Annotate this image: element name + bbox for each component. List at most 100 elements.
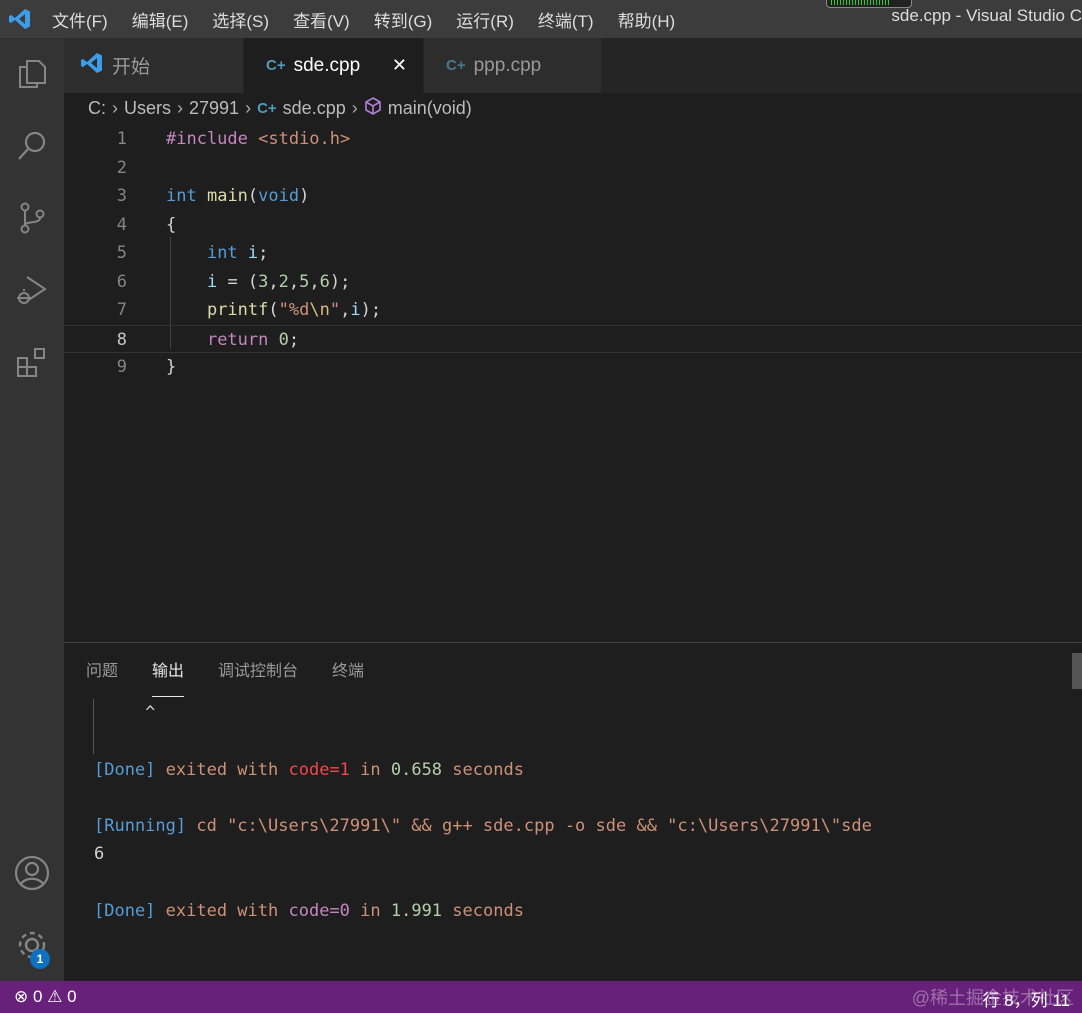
- code-line[interactable]: 1 #include <stdio.h>: [64, 125, 1082, 153]
- breadcrumb-item[interactable]: main(void): [388, 98, 472, 119]
- tab-label: 开始: [112, 57, 151, 78]
- output-token: exited with: [155, 901, 289, 922]
- code-line[interactable]: 3 int main(void): [64, 182, 1082, 210]
- output-token: in: [349, 759, 391, 780]
- tab-problems[interactable]: 问题: [86, 651, 118, 687]
- code-token: 0: [278, 329, 289, 350]
- breadcrumb-item[interactable]: 27991: [189, 98, 239, 119]
- code-line[interactable]: 4{: [64, 211, 1082, 239]
- tab-output[interactable]: 输出: [152, 651, 185, 697]
- errors-indicator[interactable]: ⊗ 0 ⚠ 0: [14, 987, 77, 1007]
- code-text: #include <stdio.h>: [166, 125, 350, 153]
- tab-ppp-cpp[interactable]: C+ ppp.cpp: [424, 38, 602, 93]
- line-number: 8: [116, 329, 127, 350]
- title-bar: 文件(F) 编辑(E) 选择(S) 查看(V) 转到(G) 运行(R) 终端(T…: [0, 0, 1082, 38]
- cpp-icon: C+: [266, 57, 286, 74]
- code-token: i: [247, 243, 259, 263]
- tab-welcome[interactable]: 开始: [64, 38, 244, 93]
- output-line: [Done] exited with code=0 in 1.991 secon…: [94, 897, 872, 925]
- run-debug-icon[interactable]: [8, 266, 56, 314]
- tab-debug-console[interactable]: 调试控制台: [218, 651, 298, 687]
- tab-label: sde.cpp: [293, 54, 361, 76]
- code-line[interactable]: 5 int i;: [64, 239, 1082, 267]
- warning-count: 0: [67, 987, 77, 1006]
- settings-gear-icon[interactable]: 1: [8, 921, 56, 969]
- tab-label: ppp.cpp: [473, 54, 542, 76]
- menu-run[interactable]: 运行(R): [444, 7, 526, 32]
- line-number: 9: [116, 357, 127, 377]
- menu-selection[interactable]: 选择(S): [200, 7, 281, 32]
- output-line: [Done] exited with code=1 in 0.658 secon…: [94, 756, 872, 784]
- output-token: code=0: [288, 901, 350, 922]
- output-token: [Running]: [94, 816, 187, 837]
- code-text: int main(void): [166, 182, 309, 210]
- close-icon[interactable]: ✕: [392, 55, 407, 76]
- output-border: [93, 699, 94, 754]
- symbol-method-icon: [364, 96, 382, 121]
- chevron-right-icon: ›: [177, 98, 184, 118]
- search-icon[interactable]: [8, 122, 56, 170]
- activity-bar: 1: [0, 38, 64, 981]
- account-icon[interactable]: [8, 849, 56, 897]
- cpp-icon: C+: [446, 57, 466, 74]
- code-token: printf: [206, 300, 269, 320]
- output-log: ^ [Done] exited with code=1 in 0.658 sec…: [93, 699, 872, 925]
- menu-edit[interactable]: 编辑(E): [120, 7, 201, 32]
- code-token: ,: [268, 271, 279, 292]
- code-line[interactable]: 2: [64, 154, 1082, 182]
- output-token: seconds: [442, 759, 524, 780]
- output-token: 0.658: [390, 759, 443, 780]
- code-line[interactable]: 7 printf("%d\n",i);: [64, 296, 1082, 324]
- code-token: void: [258, 186, 300, 206]
- output-token: code=1: [288, 759, 350, 780]
- output-token: 6: [94, 844, 105, 865]
- line-number: 4: [116, 214, 127, 235]
- code-editor[interactable]: 1 #include <stdio.h> 2 3 int main(void) 4{5 i…: [64, 125, 1082, 640]
- code-line[interactable]: 6 i = (3,2,5,6);: [64, 268, 1082, 296]
- code-token: ,: [288, 271, 300, 292]
- explorer-icon[interactable]: [8, 50, 56, 98]
- menu-view[interactable]: 查看(V): [281, 7, 362, 32]
- code-token: 6: [319, 271, 330, 292]
- menu-help[interactable]: 帮助(H): [606, 7, 688, 32]
- source-control-icon[interactable]: [8, 194, 56, 242]
- code-token: ): [299, 186, 310, 206]
- code-line[interactable]: 9}: [64, 353, 1082, 381]
- code-token: );: [360, 300, 382, 320]
- code-line[interactable]: 8 return 0;: [64, 324, 1082, 354]
- breadcrumb: C: › Users › 27991 › C+ sde.cpp › main(void): [88, 96, 472, 121]
- tab-terminal[interactable]: 终端: [332, 651, 364, 687]
- code-token: ,: [309, 271, 320, 292]
- menu-terminal[interactable]: 终端(T): [526, 7, 606, 32]
- code-text: printf("%d\n",i);: [166, 296, 381, 324]
- code-text: i = (3,2,5,6);: [166, 268, 350, 296]
- code-token: "%d: [278, 300, 310, 320]
- menu-go[interactable]: 转到(G): [362, 7, 445, 32]
- code-token: i: [206, 271, 218, 292]
- extensions-icon[interactable]: [8, 338, 56, 386]
- output-line: 6: [94, 840, 872, 868]
- output-token: cd "c:\Users\27991\" && g++ sde.cpp -o s…: [186, 816, 872, 837]
- tab-sde-cpp[interactable]: C+ sde.cpp ✕: [244, 38, 424, 93]
- code-text: return 0;: [166, 326, 299, 354]
- breadcrumb-item[interactable]: C:: [88, 98, 106, 119]
- bottom-panel: 问题 输出 调试控制台 终端 ^ [Done] exited with code…: [64, 642, 1082, 981]
- cursor-position[interactable]: 行 8，列 11: [982, 986, 1070, 1011]
- menu-file[interactable]: 文件(F): [40, 7, 120, 32]
- error-count: 0: [32, 987, 43, 1006]
- code-text: }: [166, 353, 176, 381]
- chevron-right-icon: ›: [245, 98, 252, 118]
- code-token: \n: [309, 300, 330, 320]
- output-token: seconds: [442, 901, 524, 922]
- code-token: return: [206, 329, 269, 350]
- output-token: [Done]: [94, 901, 156, 922]
- chevron-right-icon: ›: [112, 98, 118, 118]
- breadcrumb-item[interactable]: Users: [124, 98, 171, 119]
- panel-scrollbar[interactable]: [1072, 653, 1082, 689]
- breadcrumb-item[interactable]: sde.cpp: [283, 98, 346, 119]
